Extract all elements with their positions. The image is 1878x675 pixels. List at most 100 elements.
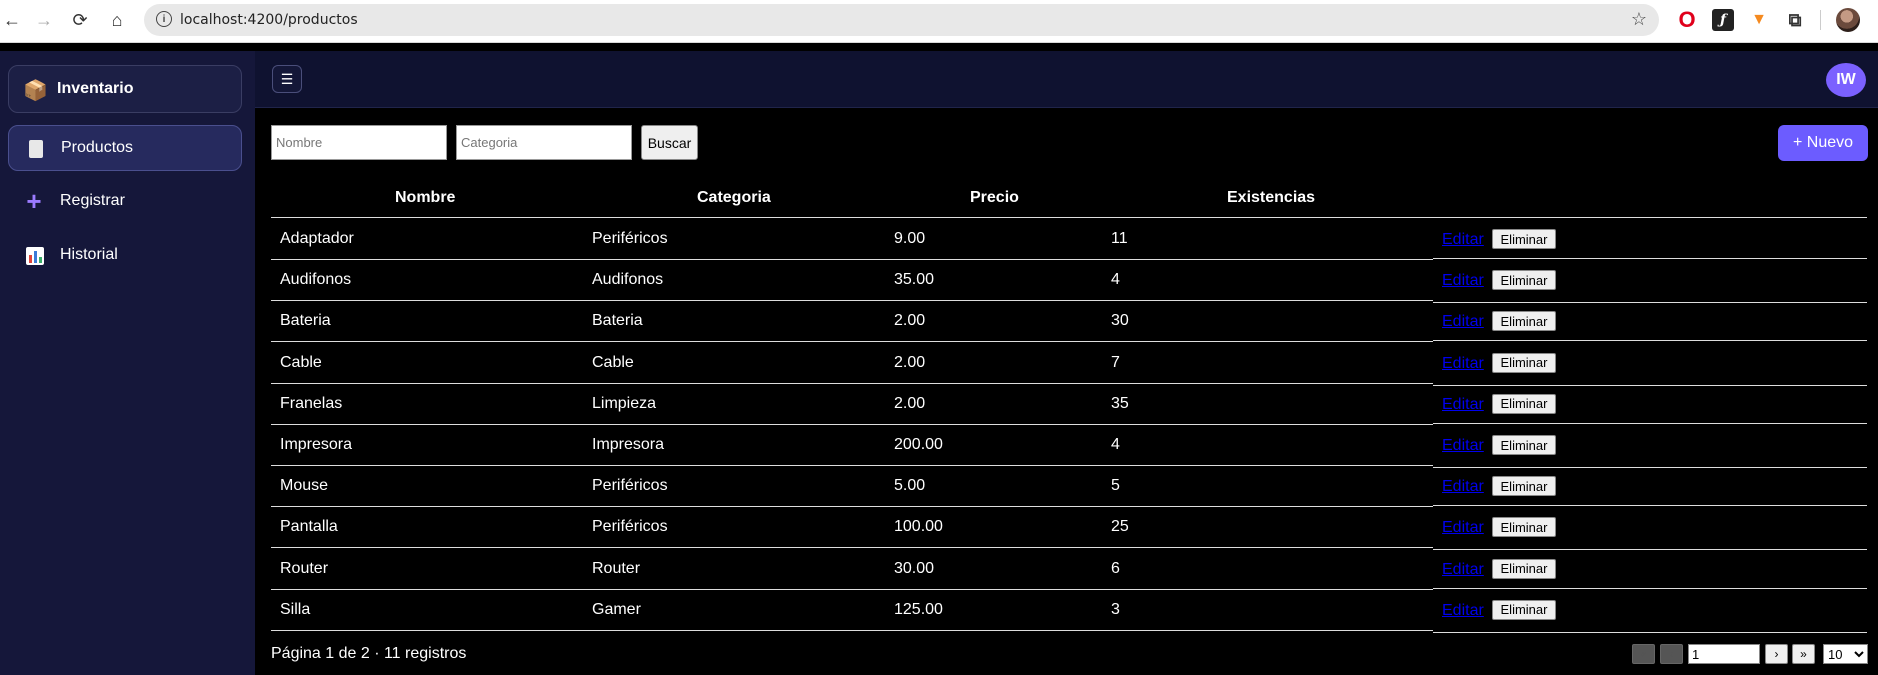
row-divider (1433, 587, 1867, 589)
sidebar-item-historial[interactable]: Historial (8, 233, 242, 279)
cell-nombre: Bateria (280, 312, 331, 330)
eliminar-button[interactable]: Eliminar (1492, 517, 1556, 538)
column-header-existencias[interactable]: Existencias (1227, 189, 1315, 207)
first-page-button[interactable]: « (1632, 644, 1655, 664)
eliminar-button[interactable]: Eliminar (1492, 352, 1556, 373)
cell-categoria: Limpieza (592, 394, 657, 412)
table-row: Pantalla Periféricos 100.00 25 Editar Elimina… (271, 507, 1867, 551)
table-row: Cable Cable 2.00 7 Editar Eliminar (271, 343, 1867, 386)
eliminar-button[interactable]: Eliminar (1492, 558, 1556, 579)
browser-toolbar: ← → ⟳ ⌂ i localhost:4200/productos ☆ O ƒ… (0, 0, 1878, 43)
cell-existencias: 30 (1111, 312, 1129, 330)
address-url[interactable]: localhost:4200/productos (180, 12, 358, 28)
nombre-filter-input[interactable] (271, 125, 447, 160)
back-arrow-icon[interactable]: ← (0, 8, 24, 32)
cell-existencias: 4 (1111, 436, 1120, 453)
cell-nombre: Franelas (280, 394, 343, 412)
cell-precio: 2.00 (894, 312, 926, 330)
eliminar-button[interactable]: Eliminar (1492, 311, 1556, 332)
cell-nombre: Silla (280, 600, 311, 618)
categoria-filter-input[interactable] (456, 125, 632, 160)
extensions-puzzle-icon[interactable]: ⧉ (1784, 9, 1806, 31)
table-header: Nombre Categoria Precio Existencias (271, 186, 1867, 218)
cell-precio: 9.00 (894, 230, 926, 247)
eliminar-button[interactable]: Eliminar (1492, 229, 1556, 249)
cell-existencias: 7 (1111, 353, 1120, 371)
browser-profile-avatar[interactable] (1836, 8, 1860, 32)
cell-categoria: Periféricos (592, 477, 668, 495)
editar-link[interactable]: Editar (1442, 272, 1484, 290)
package-icon: 📦 (23, 80, 48, 102)
editar-link[interactable]: Editar (1442, 231, 1484, 249)
home-icon[interactable]: ⌂ (105, 8, 129, 32)
eliminar-button[interactable]: Eliminar (1492, 393, 1556, 414)
cell-categoria: Impresora (592, 436, 665, 453)
brand-title: Inventario (57, 80, 134, 97)
next-page-button[interactable]: › (1765, 644, 1788, 664)
eliminar-button[interactable]: Eliminar (1492, 476, 1556, 497)
cell-categoria: Router (592, 559, 641, 577)
user-avatar[interactable]: IW (1826, 63, 1866, 97)
last-page-button[interactable]: » (1792, 644, 1815, 664)
cell-nombre: Mouse (280, 477, 329, 495)
editar-link[interactable]: Editar (1442, 561, 1484, 579)
table-row: Silla Gamer 125.00 3 Editar Eliminar (271, 590, 1867, 633)
column-header-nombre[interactable]: Nombre (395, 189, 455, 207)
cell-existencias: 4 (1111, 271, 1120, 289)
cell-existencias: 6 (1111, 559, 1120, 577)
cell-nombre: Cable (280, 353, 322, 371)
site-info-icon[interactable]: i (156, 11, 172, 27)
row-divider (1433, 505, 1867, 507)
cell-categoria: Cable (592, 353, 634, 371)
opera-extension-icon[interactable]: O (1676, 7, 1698, 32)
cell-precio: 100.00 (894, 518, 943, 536)
cell-precio: 30.00 (894, 559, 935, 577)
row-divider (1433, 631, 1867, 633)
editar-link[interactable]: Editar (1442, 478, 1484, 496)
editar-link[interactable]: Editar (1442, 437, 1484, 455)
cell-nombre: Pantalla (280, 518, 338, 536)
sidebar-item-label: Historial (60, 246, 118, 263)
reload-icon[interactable]: ⟳ (68, 8, 92, 32)
page-number-input[interactable] (1688, 644, 1760, 664)
sidebar-item-productos[interactable]: Productos (8, 125, 242, 171)
brand: 📦 Inventario (8, 65, 242, 113)
column-header-precio[interactable]: Precio (970, 189, 1019, 207)
editar-link[interactable]: Editar (1442, 313, 1484, 331)
forward-arrow-icon[interactable]: → (32, 8, 56, 32)
cell-nombre: Audifonos (280, 271, 352, 289)
cell-categoria: Audifonos (592, 271, 664, 289)
table-row: Adaptador Periféricos 9.00 11 Editar Eliminar (271, 219, 1867, 260)
cell-precio: 125.00 (894, 600, 943, 618)
sidebar-item-registrar[interactable]: + Registrar (8, 179, 242, 225)
editar-link[interactable]: Editar (1442, 355, 1484, 373)
editar-link[interactable]: Editar (1442, 519, 1484, 537)
column-header-categoria[interactable]: Categoria (697, 189, 771, 207)
page-size-select[interactable]: 10 (1823, 644, 1868, 664)
nuevo-button[interactable]: + Nuevo (1778, 125, 1868, 161)
editar-link[interactable]: Editar (1442, 396, 1484, 414)
fx-extension-icon[interactable]: ƒ (1712, 9, 1734, 31)
app-header: ☰ IW (255, 51, 1878, 108)
bookmark-star-icon[interactable]: ☆ (1631, 9, 1647, 30)
sidebar-item-label: Productos (61, 139, 134, 156)
metamask-extension-icon[interactable]: ▼ (1748, 9, 1770, 31)
table-row: Mouse Periféricos 5.00 5 Editar Eliminar (271, 466, 1867, 508)
editar-link[interactable]: Editar (1442, 602, 1484, 620)
eliminar-button[interactable]: Eliminar (1492, 599, 1556, 620)
sidebar: 📦 Inventario Productos + Registrar Histo… (0, 51, 255, 675)
cell-nombre: Router (280, 559, 329, 577)
table-row: Bateria Bateria 2.00 30 Editar Eliminar (271, 301, 1867, 343)
pagination-summary: Página 1 de 2 · 11 registros (271, 645, 467, 662)
menu-toggle-button[interactable]: ☰ (272, 65, 302, 93)
cell-nombre: Adaptador (280, 230, 354, 247)
cell-precio: 2.00 (894, 353, 926, 371)
eliminar-button[interactable]: Eliminar (1492, 270, 1556, 291)
prev-page-button[interactable]: ‹ (1660, 644, 1683, 664)
address-bar[interactable]: i localhost:4200/productos ☆ (144, 4, 1659, 36)
buscar-button[interactable]: Buscar (641, 125, 698, 160)
cell-precio: 35.00 (894, 271, 935, 289)
cell-categoria: Periféricos (592, 230, 668, 247)
cell-existencias: 35 (1111, 394, 1129, 412)
eliminar-button[interactable]: Eliminar (1492, 435, 1556, 455)
